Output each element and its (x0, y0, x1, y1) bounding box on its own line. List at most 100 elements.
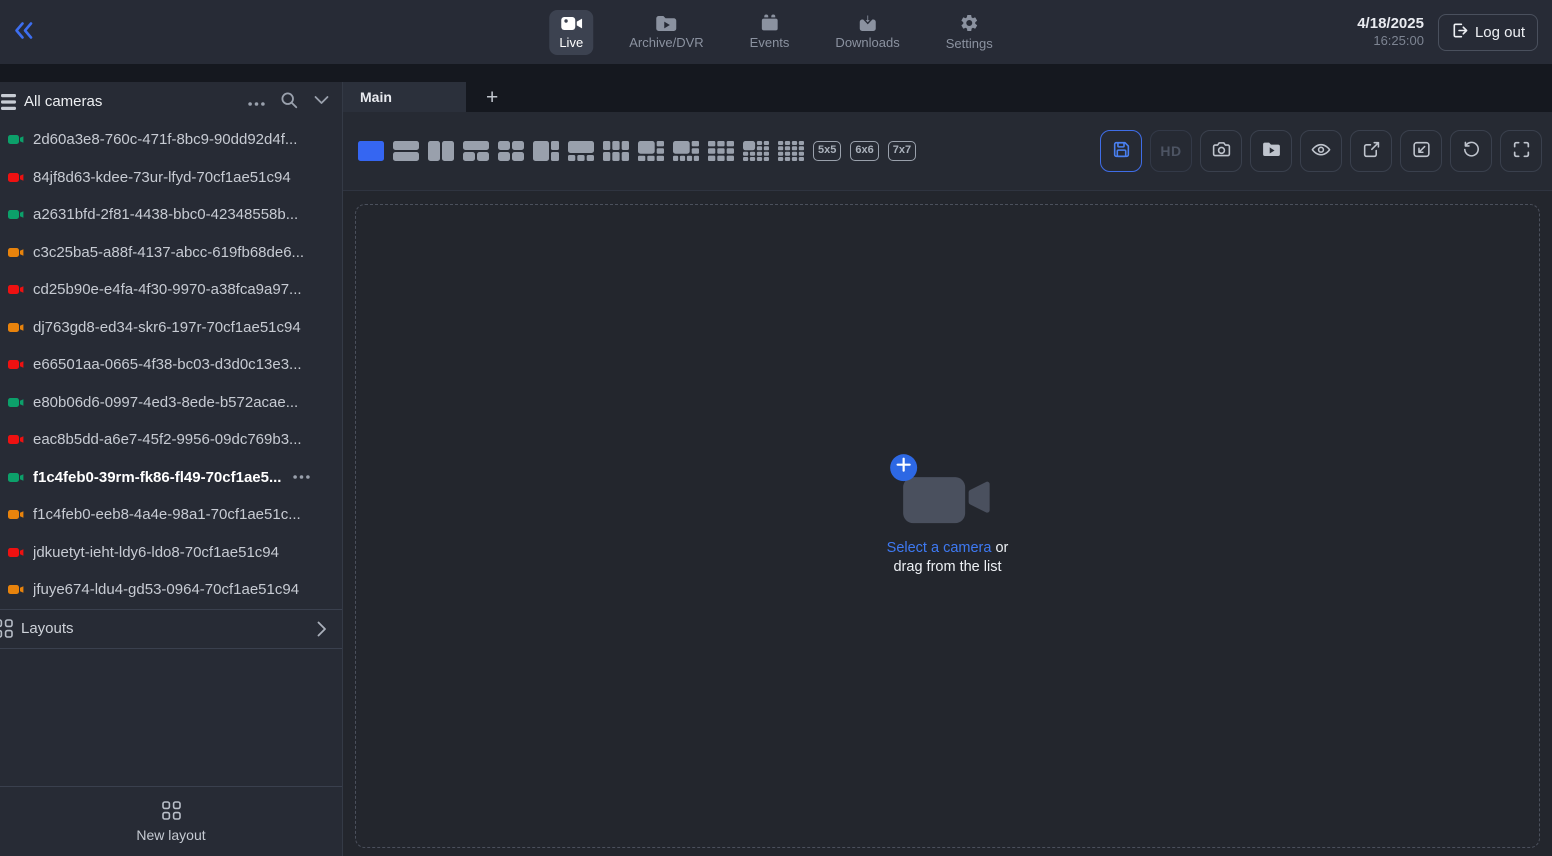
layout-tabs: Main + (343, 82, 1552, 112)
layouts-section[interactable]: Layouts (0, 609, 342, 649)
sidebar-more-button[interactable] (248, 94, 265, 109)
collapse-sidebar-button[interactable] (10, 18, 38, 47)
add-tab-button[interactable]: + (480, 87, 504, 108)
view-mode-button[interactable] (1300, 130, 1342, 172)
share-button[interactable] (1350, 130, 1392, 172)
new-layout-button[interactable]: New layout (0, 786, 342, 856)
top-divider-strip (0, 64, 1552, 82)
current-time: 16:25:00 (1357, 33, 1424, 49)
layout-preset-1-plus-7[interactable] (673, 141, 699, 161)
camera-list-item[interactable]: eac8b5dd-a6e7-45f2-9956-09dc769b3... (0, 421, 342, 459)
camera-list-item[interactable]: 84jf8d63-kdee-73ur-lfyd-70cf1ae51c94 (0, 159, 342, 197)
reset-layout-button[interactable] (1450, 130, 1492, 172)
camera-name: f1c4feb0-39rm-fk86-fl49-70cf1ae5... (33, 469, 281, 486)
download-box-icon (857, 14, 878, 32)
camera-list-item[interactable]: e80b06d6-0997-4ed3-8ede-b572acae... (0, 384, 342, 422)
layout-preset-2-cols[interactable] (428, 141, 454, 161)
camera-status-icon (8, 247, 24, 258)
layout-preset-5x5[interactable]: 5x5 (813, 141, 841, 160)
layouts-label: Layouts (21, 620, 74, 637)
refresh-icon (1461, 139, 1482, 163)
camera-list-item[interactable]: jdkuetyt-ieht-ldy6-ldo8-70cf1ae51c94 (0, 534, 342, 572)
nav-live[interactable]: Live (549, 10, 593, 55)
nav-events[interactable]: Events (740, 9, 800, 55)
nav-label: Settings (946, 36, 993, 51)
camera-status-icon (8, 359, 24, 370)
layout-preset-1-plus-5[interactable] (638, 141, 664, 161)
sidebar-header: All cameras (0, 82, 342, 121)
camera-list-item[interactable]: e66501aa-0665-4f38-bc03-d3d0c13e3... (0, 346, 342, 384)
camera-list-item[interactable]: jfuye674-ldu4-gd53-0964-70cf1ae51c94 (0, 571, 342, 609)
camera-name: jfuye674-ldu4-gd53-0964-70cf1ae51c94 (33, 581, 299, 598)
camera-name: eac8b5dd-a6e7-45f2-9956-09dc769b3... (33, 431, 302, 448)
sidebar-search-button[interactable] (280, 91, 298, 112)
more-dots-icon (248, 94, 265, 109)
hd-quality-button[interactable]: HD (1150, 130, 1192, 172)
layout-presets: 5x5 6x6 7x7 (358, 141, 916, 161)
add-camera-badge[interactable] (890, 454, 917, 481)
layout-preset-1-left-2-right[interactable] (533, 141, 559, 161)
nav-downloads[interactable]: Downloads (825, 9, 909, 55)
layout-preset-1-plus-12[interactable] (743, 141, 769, 161)
camera-name: 2d60a3e8-760c-471f-8bc9-90dd92d4f... (33, 131, 297, 148)
camera-list-item[interactable]: a2631bfd-2f81-4438-bbc0-42348558b... (0, 196, 342, 234)
logout-button[interactable]: Log out (1438, 14, 1538, 51)
layout-preset-1-top-3-bottom[interactable] (568, 141, 594, 161)
gear-icon (959, 13, 979, 33)
camera-name: 84jf8d63-kdee-73ur-lfyd-70cf1ae51c94 (33, 169, 291, 186)
camera-sidebar: All cameras (0, 82, 343, 856)
camera-list-item[interactable]: 2d60a3e8-760c-471f-8bc9-90dd92d4f... (0, 121, 342, 159)
select-camera-link[interactable]: Select a camera (887, 540, 992, 556)
minimize-to-window-button[interactable] (1400, 130, 1442, 172)
layout-preset-7x7[interactable]: 7x7 (888, 141, 916, 160)
layout-preset-6x6[interactable]: 6x6 (850, 141, 878, 160)
sidebar-title: All cameras (24, 93, 102, 110)
plus-icon (896, 457, 911, 477)
nav-label: Live (559, 35, 583, 50)
nav-settings[interactable]: Settings (936, 8, 1003, 56)
fullscreen-button[interactable] (1500, 130, 1542, 172)
camera-list-item[interactable]: f1c4feb0-39rm-fk86-fl49-70cf1ae5... (0, 459, 342, 497)
photo-camera-icon (1211, 139, 1232, 163)
content-area: Main + 5x5 6x6 7x7 (343, 82, 1552, 856)
camera-list-item[interactable]: f1c4feb0-eeb8-4a4e-98a1-70cf1ae51c... (0, 496, 342, 534)
camera-status-icon (8, 209, 24, 220)
tab-main[interactable]: Main (343, 82, 466, 112)
list-icon (0, 92, 16, 112)
nav-label: Downloads (835, 35, 899, 50)
current-date: 4/18/2025 (1357, 15, 1424, 34)
camera-name: e80b06d6-0997-4ed3-8ede-b572acae... (33, 394, 298, 411)
camera-list: 2d60a3e8-760c-471f-8bc9-90dd92d4f... 84jf… (0, 121, 342, 609)
search-icon (280, 91, 298, 112)
camera-list-item[interactable]: c3c25ba5-a88f-4137-abcc-619fb68de6... (0, 234, 342, 272)
save-layout-button[interactable] (1100, 130, 1142, 172)
camera-menu-button[interactable] (291, 471, 312, 483)
logout-icon (1451, 22, 1468, 43)
double-chevron-left-icon (12, 20, 36, 45)
layout-preset-4x4[interactable] (778, 141, 804, 161)
camera-list-item[interactable]: dj763gd8-ed34-skr6-197r-70cf1ae51c94 (0, 309, 342, 347)
layout-preset-3x2[interactable] (603, 141, 629, 161)
camera-status-icon (8, 284, 24, 295)
layout-preset-1-top-2-bottom[interactable] (463, 141, 489, 161)
camera-name: e66501aa-0665-4f38-bc03-d3d0c13e3... (33, 356, 302, 373)
nav-archive-dvr[interactable]: Archive/DVR (619, 9, 713, 55)
camera-list-item[interactable]: cd25b90e-e4fa-4f30-9970-a38fca9a97... (0, 271, 342, 309)
new-layout-grid-icon (162, 801, 181, 823)
window-arrow-icon (1411, 139, 1432, 163)
snapshot-button[interactable] (1200, 130, 1242, 172)
events-icon (759, 14, 780, 32)
layout-toolbar: 5x5 6x6 7x7 HD (343, 112, 1552, 190)
save-icon (1111, 139, 1132, 163)
main-nav: Live Archive/DVR (549, 0, 1002, 64)
share-icon (1361, 139, 1382, 163)
open-archive-button[interactable] (1250, 130, 1292, 172)
layout-preset-1x1[interactable] (358, 141, 384, 161)
layout-preset-2-rows[interactable] (393, 141, 419, 161)
nav-label: Archive/DVR (629, 35, 703, 50)
sidebar-collapse-button[interactable] (313, 94, 330, 109)
layout-preset-3x3[interactable] (708, 141, 734, 161)
camera-name: jdkuetyt-ieht-ldy6-ldo8-70cf1ae51c94 (33, 544, 279, 561)
topbar: Live Archive/DVR (0, 0, 1552, 64)
layout-preset-2x2[interactable] (498, 141, 524, 161)
